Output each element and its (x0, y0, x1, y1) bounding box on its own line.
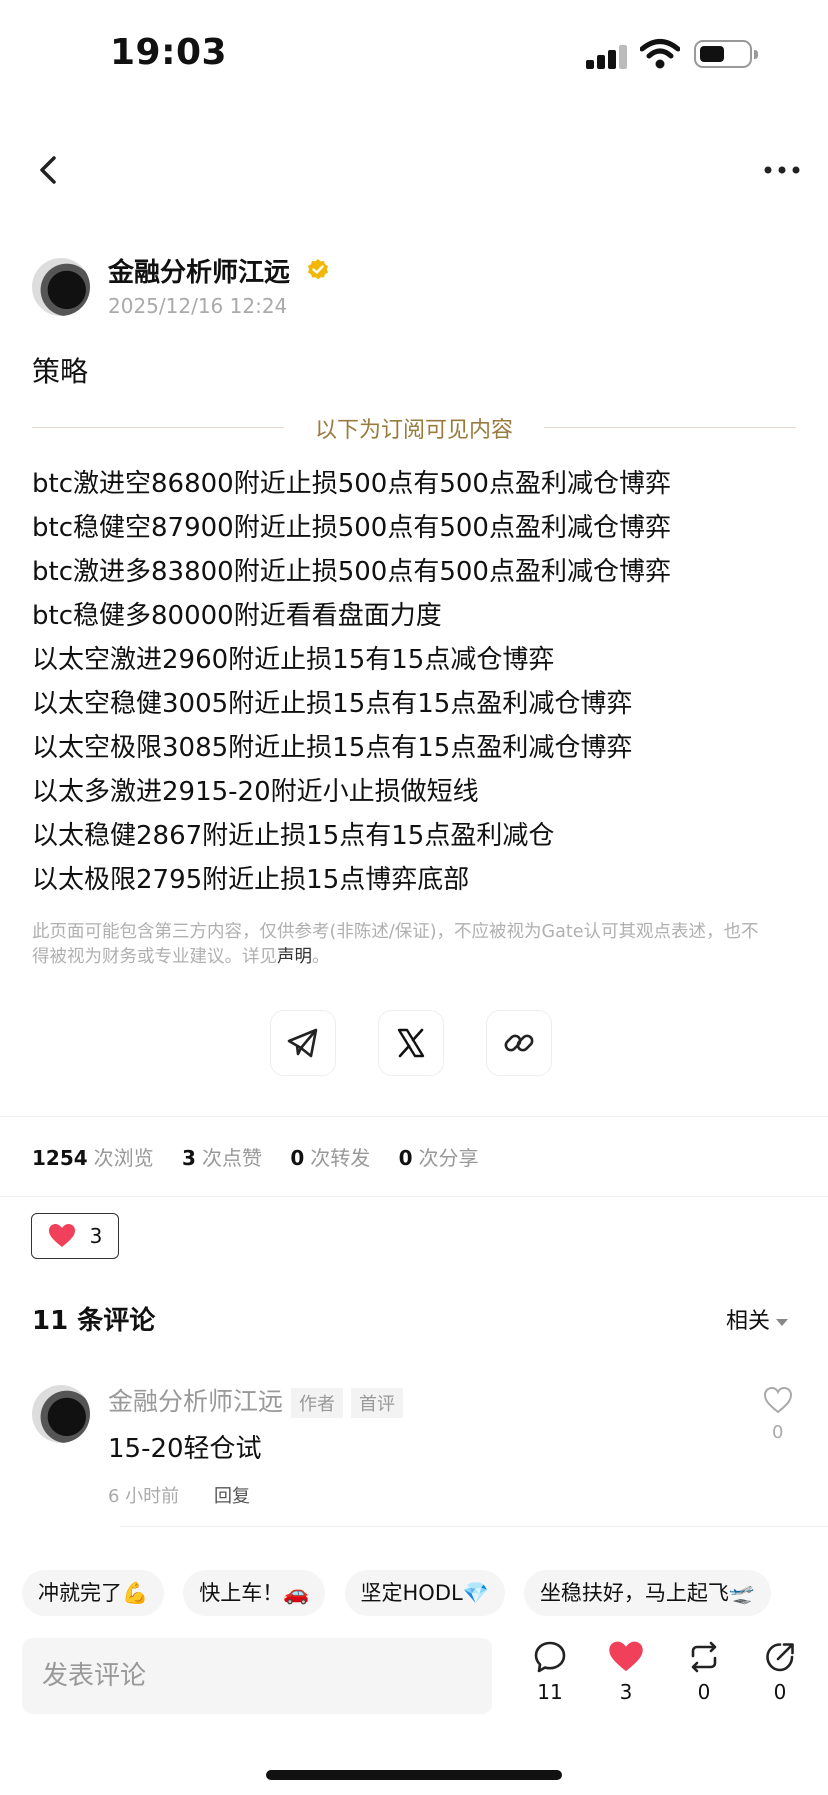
shares-label: 次分享 (418, 1146, 479, 1170)
share-icon (766, 1643, 794, 1672)
wifi-icon (640, 39, 680, 69)
subscriber-divider: 以下为订阅可见内容 (32, 412, 796, 443)
subscriber-divider-label: 以下为订阅可见内容 (314, 418, 513, 443)
comment-like-icon[interactable] (762, 1384, 794, 1416)
repost-action[interactable]: 0 (674, 1640, 734, 1704)
post-title: 策略 (32, 355, 89, 388)
comment-sort-select[interactable]: 相关 (726, 1303, 789, 1335)
signal-icon (586, 45, 628, 69)
comment-count: 11 (537, 1680, 563, 1704)
share-x-button[interactable] (378, 1010, 444, 1076)
link-icon (504, 1034, 534, 1052)
disclaimer-text: 此页面可能包含第三方内容，仅供参考(非陈述/保证)，不应被视为Gate认可其观点… (32, 922, 759, 967)
disclaimer-link[interactable]: 声明 (277, 947, 312, 967)
share-telegram-button[interactable] (270, 1010, 336, 1076)
post-content: btc激进空86800附近止损500点有500点盈利减仓博弈 btc稳健空879… (32, 462, 802, 902)
quick-reply-chip[interactable]: 冲就完了💪 (22, 1570, 165, 1616)
quick-reply-chip[interactable]: 坐稳扶好，马上起飞🛫 (523, 1570, 772, 1616)
share-row (270, 1010, 560, 1080)
content-line: btc激进多83800附近止损500点有500点盈利减仓博弈 (32, 557, 671, 587)
share-count: 0 (773, 1680, 787, 1704)
views-count: 1254 (32, 1146, 88, 1170)
divider (0, 1196, 828, 1197)
author-avatar[interactable] (32, 258, 90, 316)
comment-reply-button[interactable]: 回复 (214, 1482, 250, 1508)
content-line: 以太空稳健3005附近止损15点有15点盈利减仓博弈 (32, 689, 633, 719)
home-indicator[interactable] (266, 1770, 562, 1780)
comment-author: 金融分析师江远 作者 首评 (108, 1382, 404, 1418)
status-time: 19:03 (110, 32, 228, 73)
telegram-icon (287, 1028, 318, 1058)
shares-count: 0 (398, 1146, 413, 1170)
comment-action[interactable]: 11 (520, 1640, 580, 1704)
comment-text: 15-20轻仓试 (108, 1434, 262, 1464)
quick-reply-row: 冲就完了💪 快上车！🚗 坚定HODL💎 坐稳扶好，马上起飞🛫 (22, 1570, 828, 1620)
reaction-heart-button[interactable]: 3 (31, 1213, 119, 1259)
divider (0, 1116, 828, 1117)
repost-count: 0 (697, 1680, 711, 1704)
content-line: 以太稳健2867附近止损15点有15点盈利减仓 (32, 821, 555, 851)
author-name[interactable]: 金融分析师江远 (108, 252, 290, 289)
comments-title: 11 条评论 (32, 1306, 156, 1336)
views-label: 次浏览 (93, 1146, 154, 1170)
reaction-count: 3 (89, 1224, 103, 1248)
more-icon[interactable] (760, 150, 804, 190)
content-line: 以太多激进2915-20附近小止损做短线 (32, 777, 479, 807)
content-line: 以太极限2795附近止损15点博弈底部 (32, 865, 470, 895)
likes-count: 3 (182, 1146, 196, 1170)
repost-icon (691, 1641, 717, 1673)
comment-input[interactable] (22, 1638, 492, 1714)
battery-icon (694, 40, 758, 68)
like-count: 3 (619, 1680, 633, 1704)
comment-time: 6 小时前 (108, 1486, 180, 1507)
post-date: 2025/12/16 12:24 (108, 294, 288, 318)
content-line: 以太空激进2960附近止损15有15点减仓博弈 (32, 645, 555, 675)
copy-link-button[interactable] (486, 1010, 552, 1076)
quick-reply-chip[interactable]: 快上车！🚗 (183, 1570, 326, 1616)
reposts-label: 次转发 (310, 1146, 371, 1170)
likes-label: 次点赞 (201, 1146, 262, 1170)
first-comment-tag: 首评 (351, 1388, 404, 1418)
heart-icon (48, 1224, 75, 1247)
content-line: btc激进空86800附近止损500点有500点盈利减仓博弈 (32, 469, 671, 499)
comment-author-name[interactable]: 金融分析师江远 (108, 1387, 283, 1416)
heart-filled-icon (609, 1641, 643, 1672)
x-icon (397, 1028, 425, 1058)
sort-label: 相关 (726, 1309, 771, 1334)
author-tag: 作者 (291, 1388, 344, 1418)
comment-like-count: 0 (772, 1422, 784, 1443)
caret-down-icon (776, 1318, 789, 1326)
comment-bubble-icon (534, 1641, 566, 1673)
comment-avatar[interactable] (32, 1385, 90, 1443)
divider (120, 1526, 828, 1527)
disclaimer-end: 。 (312, 947, 330, 967)
content-line: btc稳健多80000附近看看盘面力度 (32, 601, 442, 631)
back-icon[interactable] (28, 150, 68, 190)
disclaimer: 此页面可能包含第三方内容，仅供参考(非陈述/保证)，不应被视为Gate认可其观点… (32, 920, 772, 970)
reposts-count: 0 (290, 1146, 305, 1170)
share-action[interactable]: 0 (750, 1640, 810, 1704)
content-line: 以太空极限3085附近止损15点有15点盈利减仓博弈 (32, 733, 633, 763)
like-action[interactable]: 3 (596, 1640, 656, 1704)
verified-badge-icon (308, 259, 328, 280)
post-stats: 1254 次浏览 3 次点赞 0 次转发 0 次分享 (32, 1142, 501, 1171)
quick-reply-chip[interactable]: 坚定HODL💎 (344, 1570, 505, 1616)
content-line: btc稳健空87900附近止损500点有500点盈利减仓博弈 (32, 513, 671, 543)
